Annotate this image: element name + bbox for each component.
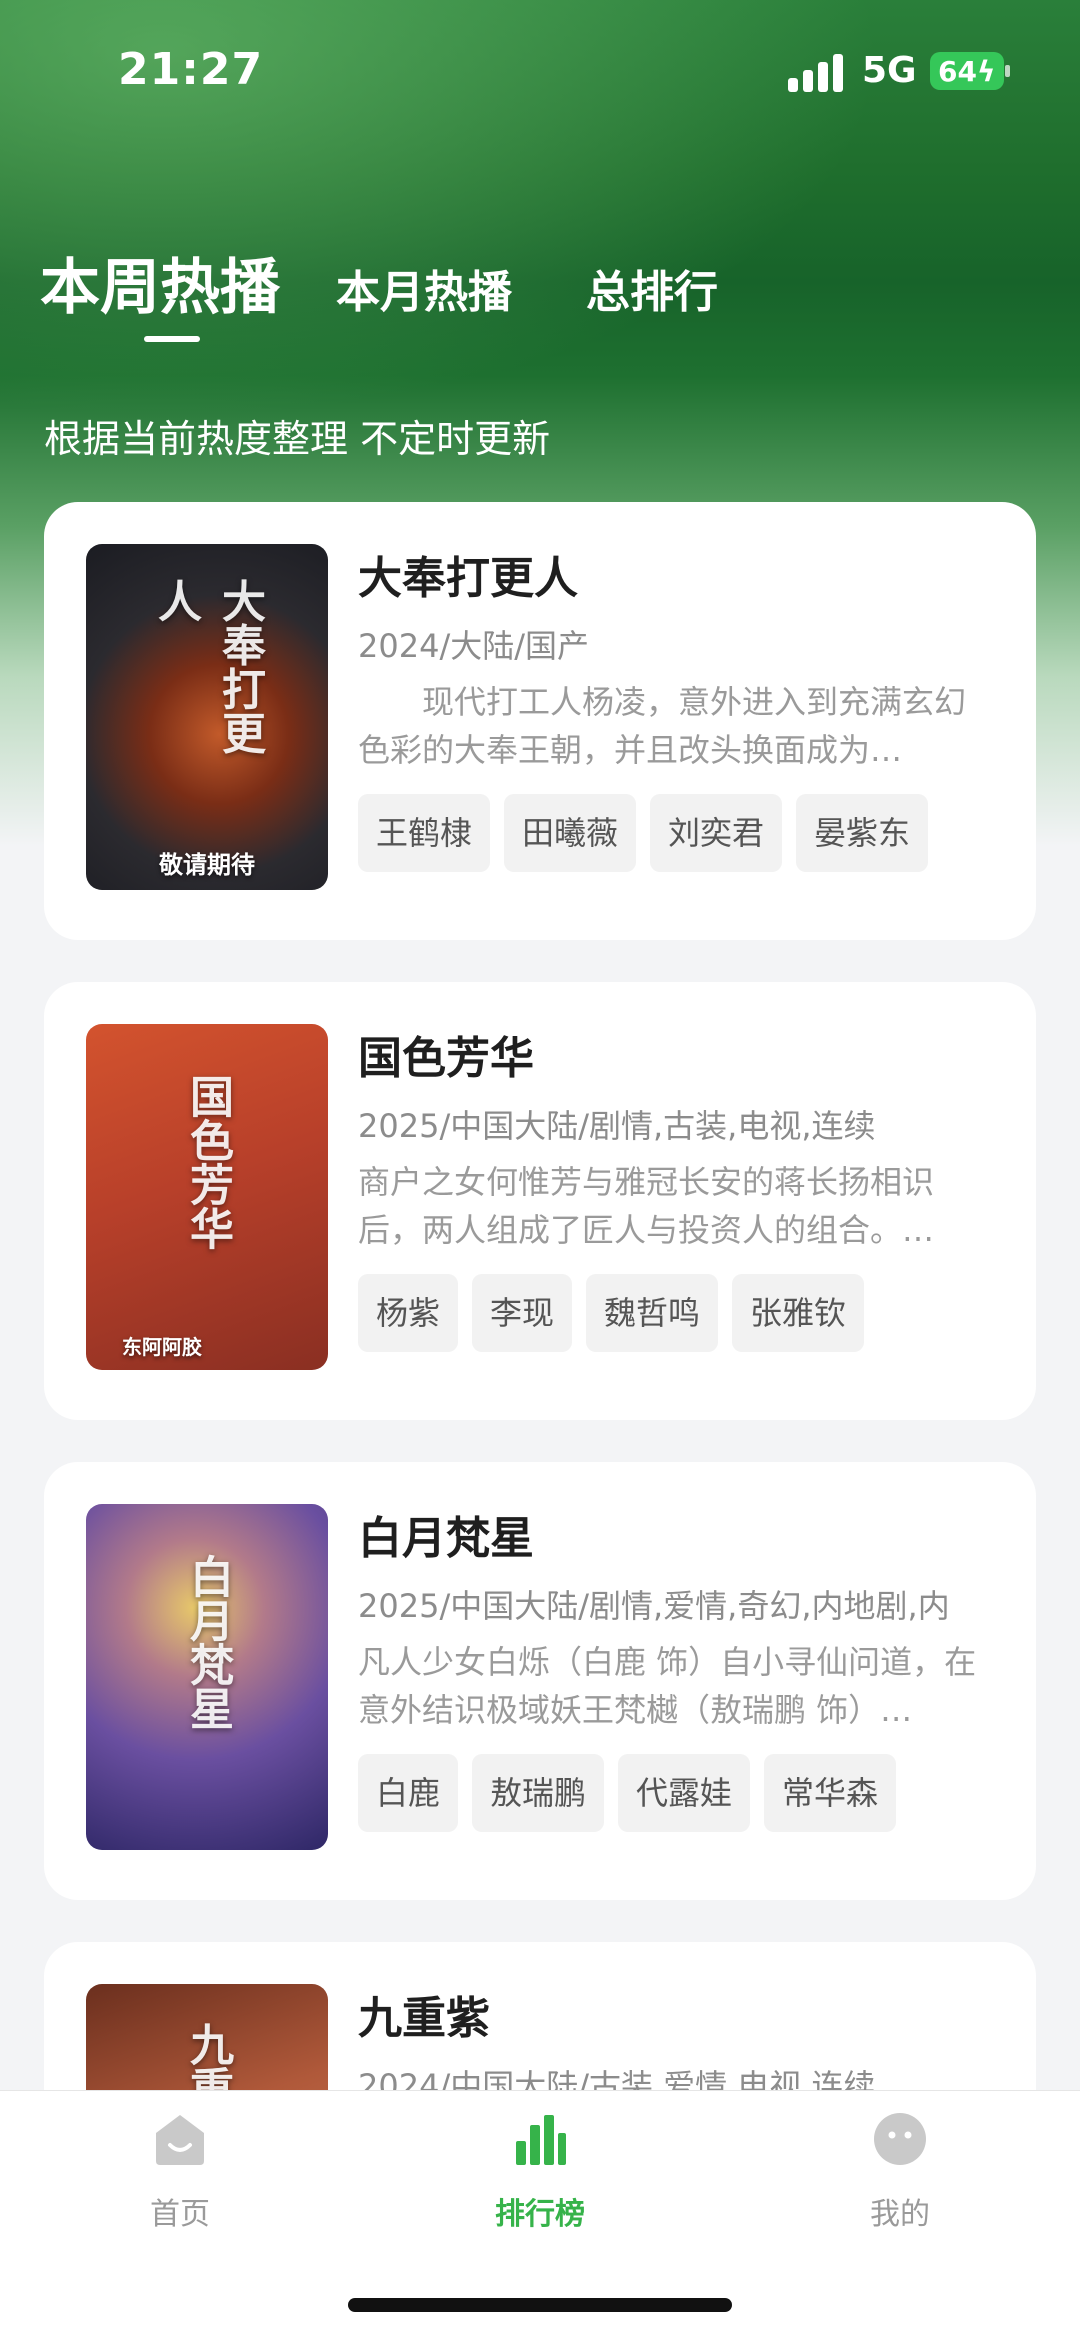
cast-tags: 杨紫 李现 魏哲鸣 张雅钦 <box>358 1274 994 1352</box>
battery-icon: 64 ϟ <box>930 52 1010 90</box>
network-type: 5G <box>862 50 917 91</box>
drama-card[interactable]: 白月梵星 白月梵星 2025/中国大陆/剧情,爱情,奇幻,内地剧,内 凡人少女白… <box>44 1462 1036 1900</box>
drama-title[interactable]: 九重紫 <box>358 1988 994 2050</box>
drama-card[interactable]: 国色芳华 东阿阿胶 国色芳华 2025/中国大陆/剧情,古装,电视,连续 商户之… <box>44 982 1036 1420</box>
drama-meta: 2024/大陆/国产 <box>358 627 590 665</box>
drama-description: 凡人少女白烁（白鹿 饰）自小寻仙问道，在意外结识极域妖王梵樾（敖瑞鹏 饰）… <box>358 1643 977 1729</box>
drama-card[interactable]: 大奉打更人 敬请期待 大奉打更人 2024/大陆/国产 现代打工人杨凌，意外进入… <box>44 502 1036 940</box>
drama-description: 现代打工人杨凌，意外进入到充满玄幻色彩的大奉王朝，并且改头换面成为… <box>358 683 967 769</box>
poster-title-art: 大奉打更人 <box>150 578 265 755</box>
cast-tag[interactable]: 晏紫东 <box>796 794 929 872</box>
tabbar-home[interactable]: 首页 <box>80 2111 280 2233</box>
cast-tag[interactable]: 杨紫 <box>358 1274 459 1352</box>
status-time: 21:27 <box>118 44 264 95</box>
cast-tag[interactable]: 常华森 <box>764 1754 897 1832</box>
cast-tag[interactable]: 魏哲鸣 <box>586 1274 719 1352</box>
cast-tags: 白鹿 敖瑞鹏 代露娃 常华森 <box>358 1754 994 1832</box>
cast-tag[interactable]: 张雅钦 <box>732 1274 865 1352</box>
active-tab-indicator <box>144 336 200 342</box>
poster-caption: 敬请期待 <box>159 851 255 879</box>
cast-tag[interactable]: 田曦薇 <box>504 794 637 872</box>
drama-title[interactable]: 国色芳华 <box>358 1028 994 1090</box>
cast-tag[interactable]: 敖瑞鹏 <box>472 1754 605 1832</box>
ranking-icon <box>516 2115 566 2165</box>
cast-tag[interactable]: 白鹿 <box>358 1754 459 1832</box>
poster-title-art: 国色芳华 <box>182 1074 233 1251</box>
home-indicator[interactable] <box>348 2298 732 2312</box>
profile-icon <box>874 2113 926 2165</box>
tabbar-profile[interactable]: 我的 <box>800 2111 1000 2233</box>
tab-overall[interactable]: 总排行 <box>586 256 718 320</box>
battery-level: 64 <box>938 54 977 88</box>
charging-bolt-icon: ϟ <box>976 54 996 88</box>
drama-poster[interactable]: 国色芳华 东阿阿胶 <box>86 1024 328 1370</box>
cast-tags: 王鹤棣 田曦薇 刘奕君 晏紫东 <box>358 794 994 872</box>
status-bar: 21:27 5G 64 ϟ <box>0 0 1080 140</box>
drama-meta: 2025/中国大陆/剧情,古装,电视,连续 <box>358 1107 876 1145</box>
drama-poster[interactable]: 白月梵星 <box>86 1504 328 1850</box>
cast-tag[interactable]: 王鹤棣 <box>358 794 491 872</box>
home-icon <box>156 2115 204 2165</box>
tabbar-ranking[interactable]: 排行榜 <box>440 2111 640 2233</box>
tabbar-label: 首页 <box>150 2197 210 2232</box>
ranking-subtitle: 根据当前热度整理 不定时更新 <box>44 417 551 461</box>
poster-caption: 东阿阿胶 <box>122 1335 202 1359</box>
ranking-tabs: 本周热播 本月热播 总排行 <box>40 236 718 326</box>
signal-icon <box>788 52 846 92</box>
drama-description: 商户之女何惟芳与雅冠长安的蒋长扬相识后，两人组成了匠人与投资人的组合。… <box>358 1163 935 1249</box>
drama-poster[interactable]: 大奉打更人 敬请期待 <box>86 544 328 890</box>
cast-tag[interactable]: 刘奕君 <box>650 794 783 872</box>
tab-monthly[interactable]: 本月热播 <box>336 256 512 320</box>
tabbar-label: 排行榜 <box>495 2197 585 2232</box>
tab-weekly[interactable]: 本周热播 <box>40 239 280 326</box>
tabbar-label: 我的 <box>870 2197 930 2232</box>
drama-title[interactable]: 大奉打更人 <box>358 548 994 610</box>
poster-title-art: 白月梵星 <box>182 1554 233 1731</box>
cast-tag[interactable]: 代露娃 <box>618 1754 751 1832</box>
drama-title[interactable]: 白月梵星 <box>358 1508 994 1570</box>
cast-tag[interactable]: 李现 <box>472 1274 573 1352</box>
drama-meta: 2025/中国大陆/剧情,爱情,奇幻,内地剧,内 <box>358 1587 950 1625</box>
